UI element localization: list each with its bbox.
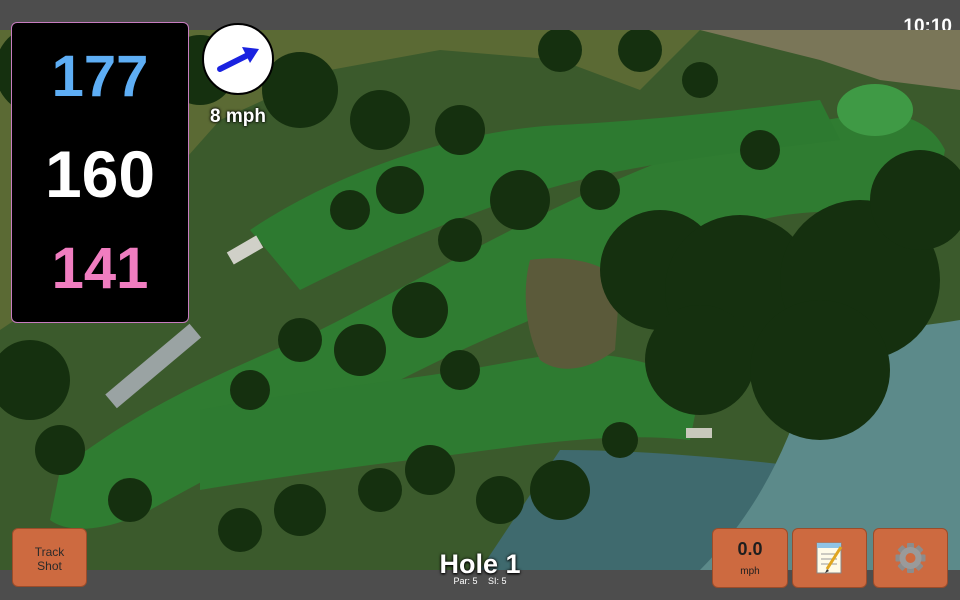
middle-distance: 160 [44,137,156,211]
notepad-icon [816,542,843,574]
track-shot-label: Track Shot [34,545,65,573]
speed-unit: mph [740,566,760,577]
hole-info: Par: 5 SI: 5 [380,576,580,586]
swing-speed-button[interactable]: 0.0 mph [712,528,788,588]
hole-par: Par: 5 [453,576,478,586]
settings-button[interactable] [873,528,948,588]
back-distance: 177 [51,44,149,109]
scorecard-notes-button[interactable] [792,528,867,588]
distance-panel: 177 160 141 [11,22,189,323]
gear-icon [895,543,926,573]
speed-value: 0.0 [737,539,763,559]
wind-speed: 8 mph [210,106,266,127]
track-shot-button[interactable]: Track Shot [12,528,87,587]
front-distance: 141 [51,236,149,301]
wind-indicator [202,23,274,95]
wind-direction-arrow-icon [217,47,259,72]
hole-stroke-index: SI: 5 [488,576,507,586]
